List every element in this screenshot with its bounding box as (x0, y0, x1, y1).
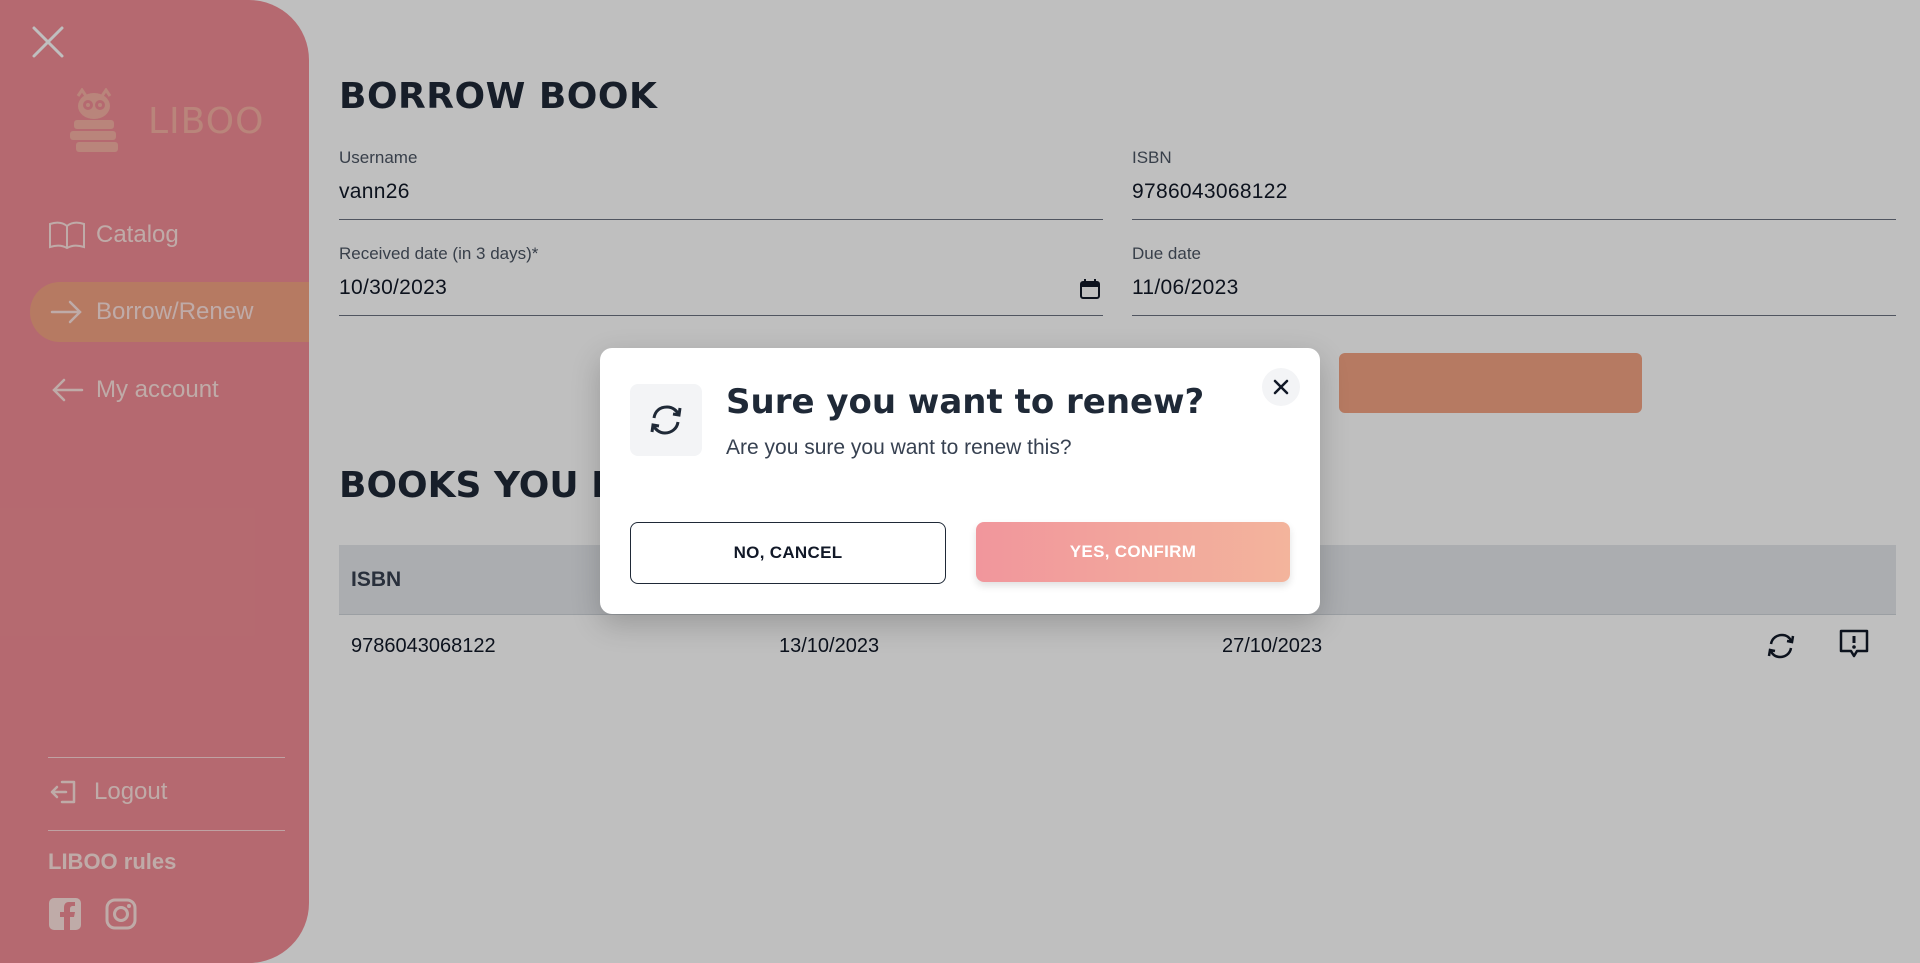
renew-confirm-dialog: Sure you want to renew? Are you sure you… (600, 348, 1320, 614)
renew-icon (650, 405, 682, 435)
cancel-button[interactable]: NO, CANCEL (630, 522, 946, 584)
close-icon (1273, 379, 1289, 395)
confirm-button[interactable]: YES, CONFIRM (976, 522, 1290, 582)
modal-close-button[interactable] (1262, 368, 1300, 406)
modal-message: Are you sure you want to renew this? (726, 436, 1072, 459)
modal-title: Sure you want to renew? (726, 382, 1205, 422)
modal-icon-container (630, 384, 702, 456)
